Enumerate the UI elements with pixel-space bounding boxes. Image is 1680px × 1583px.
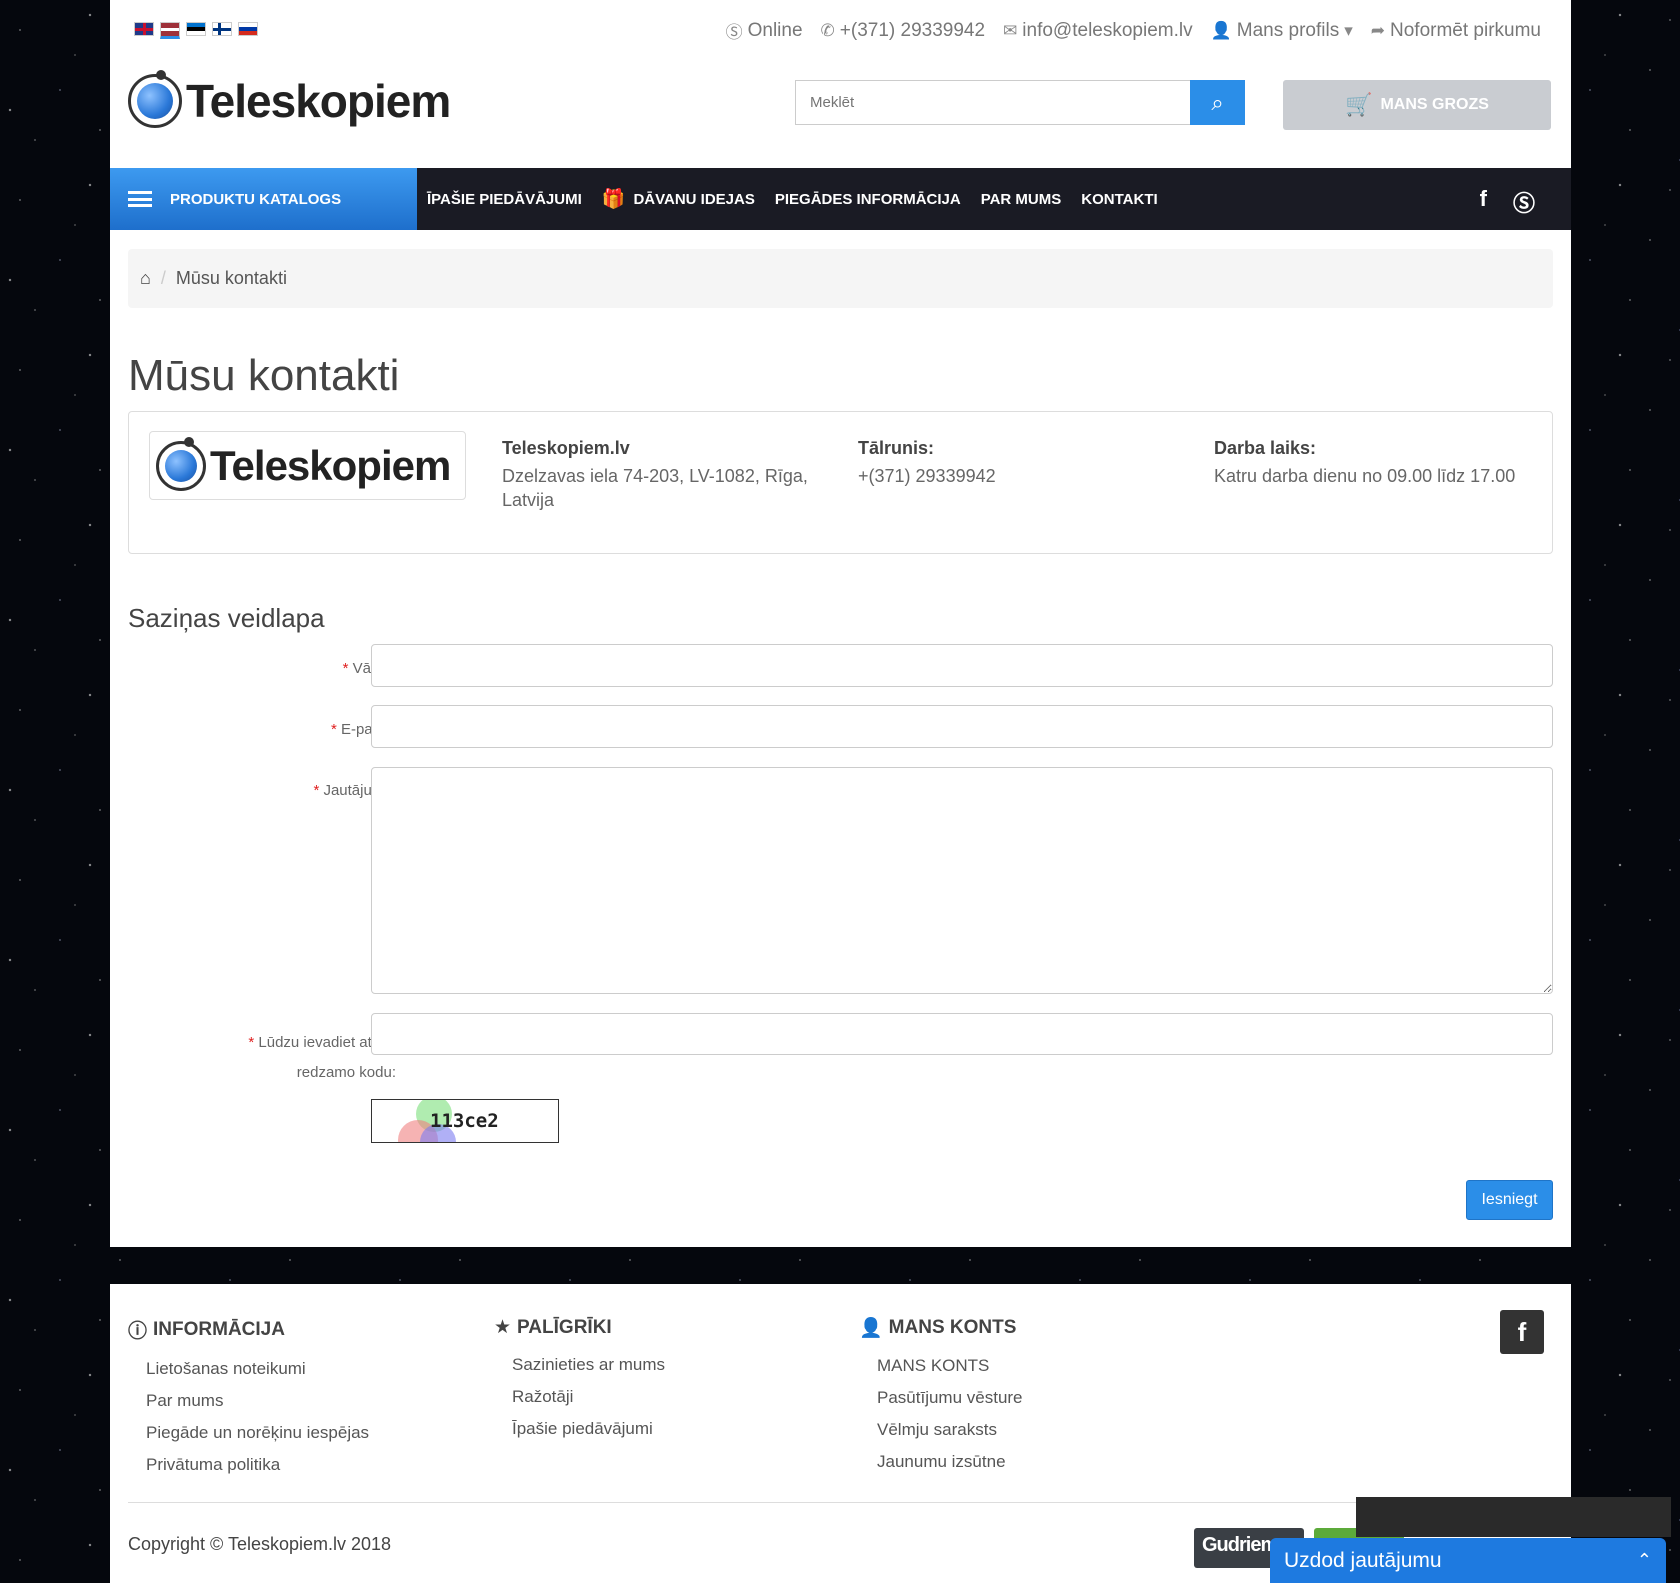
planet-logo-icon — [128, 70, 182, 128]
star-icon: ★ — [494, 1317, 512, 1338]
footer-link[interactable]: Vēlmju saraksts — [877, 1420, 1023, 1440]
caret-down-icon: ▾ — [1344, 20, 1353, 40]
nav-item-about[interactable]: PAR MUMS — [981, 191, 1062, 208]
hours-block: Darba laiks: Katru darba dienu no 09.00 … — [1214, 438, 1516, 486]
copyright: Copyright © Teleskopiem.lv 2018 — [128, 1534, 392, 1554]
skype-icon[interactable]: Ⓢ — [1513, 186, 1535, 218]
gift-icon: 🎁 — [601, 189, 626, 210]
user-icon: 👤 — [859, 1318, 883, 1339]
search-button[interactable]: ⌕ — [1190, 80, 1245, 125]
share-arrow-icon: ➦ — [1370, 20, 1385, 40]
footer-account-column: 👤 MANS KONTS MANS KONTS Pasūtījumu vēstur… — [859, 1317, 1023, 1472]
footer-link[interactable]: Īpašie piedāvājumi — [512, 1419, 665, 1439]
checkout-link[interactable]: ➦ Noformēt pirkumu — [1371, 18, 1541, 43]
catalog-menu-button[interactable]: PRODUKTU KATALOGS — [110, 168, 417, 230]
footer-link[interactable]: Ražotāji — [512, 1387, 665, 1407]
hamburger-icon — [128, 191, 152, 207]
page-container: Ⓢ Online ✆ +(371) 29339942 ✉ info@teleskopi… — [110, 0, 1571, 1247]
profile-dropdown[interactable]: 👤 Mans profils ▾ — [1211, 18, 1353, 43]
contact-logo: Teleskopiem — [149, 431, 466, 500]
chat-widget[interactable]: Uzdod jautājumu ⌃ — [1270, 1538, 1666, 1583]
planet-logo-icon — [156, 436, 206, 491]
name-field[interactable] — [371, 644, 1553, 687]
ru-flag-icon[interactable] — [238, 22, 258, 36]
fi-flag-icon[interactable] — [212, 22, 232, 36]
page-title: Mūsu kontakti — [128, 351, 400, 400]
lv-flag-icon[interactable] — [160, 22, 180, 39]
phone-link[interactable]: ✆ +(371) 29339942 — [821, 18, 986, 43]
skype-online-link[interactable]: Ⓢ Online — [726, 18, 803, 43]
info-circle-icon: ⓘ — [128, 1321, 148, 1342]
nav-items: ĪPAŠIE PIEDĀVĀJUMI 🎁 DĀVANU IDEJAS PIEGĀD… — [427, 168, 1158, 230]
submit-button[interactable]: Iesniegt — [1466, 1180, 1553, 1220]
captcha-image: 113ce2 — [371, 1099, 559, 1143]
nav-item-special-offers[interactable]: ĪPAŠIE PIEDĀVĀJUMI — [427, 191, 582, 208]
search-bar: ⌕ — [795, 80, 1245, 125]
footer-divider — [128, 1502, 1553, 1503]
language-flags — [134, 22, 258, 39]
nav-social-links: f Ⓢ — [1480, 186, 1535, 218]
top-bar: Ⓢ Online ✆ +(371) 29339942 ✉ info@teleskopi… — [110, 0, 1571, 60]
search-icon: ⌕ — [1211, 89, 1224, 115]
footer-link[interactable]: Jaunumu izsūtne — [877, 1452, 1023, 1472]
home-icon[interactable]: ⌂ — [140, 268, 151, 289]
cart-icon: 🛒 — [1345, 92, 1373, 117]
footer-link[interactable]: Piegāde un norēķinu iespējas — [146, 1423, 369, 1443]
gb-flag-icon[interactable] — [134, 22, 154, 36]
footer-tools-column: ★ PALĪGRĪKI Sazinieties ar mums Ražotāji … — [494, 1316, 666, 1439]
ee-flag-icon[interactable] — [186, 22, 206, 36]
footer-link[interactable]: Pasūtījumu vēsture — [877, 1388, 1023, 1408]
footer-link[interactable]: Privātuma politika — [146, 1455, 369, 1475]
contact-panel: Teleskopiem Teleskopiem.lv Dzelzavas iel… — [128, 411, 1553, 554]
footer-link[interactable]: Sazinieties ar mums — [512, 1355, 665, 1375]
breadcrumb-separator: / — [160, 268, 166, 288]
question-textarea[interactable] — [371, 767, 1553, 994]
chevron-up-icon: ⌃ — [1636, 1550, 1652, 1570]
cart-button[interactable]: 🛒 MANS GROZS — [1283, 80, 1551, 130]
breadcrumb-current: Mūsu kontakti — [175, 268, 287, 288]
form-legend: Saziņas veidlapa — [128, 603, 325, 633]
footer-info-column: ⓘ INFORMĀCIJA Lietošanas noteikumi Par mu… — [128, 1316, 369, 1487]
envelope-icon: ✉ — [1003, 20, 1018, 40]
chat-widget-backdrop — [1356, 1497, 1671, 1537]
phone-block: Tālrunis: +(371) 29339942 — [858, 438, 996, 486]
nav-item-contacts[interactable]: KONTAKTI — [1081, 191, 1157, 208]
skype-icon: Ⓢ — [725, 23, 743, 42]
user-icon: 👤 — [1210, 20, 1232, 40]
facebook-icon[interactable]: f — [1480, 186, 1487, 218]
search-input[interactable] — [795, 80, 1190, 125]
phone-icon: ✆ — [820, 20, 835, 40]
site-logo[interactable]: Teleskopiem — [128, 70, 451, 128]
main-nav: PRODUKTU KATALOGS ĪPAŠIE PIEDĀVĀJUMI 🎁 DĀ… — [110, 168, 1571, 230]
breadcrumb: ⌂ / Mūsu kontakti — [128, 249, 1553, 308]
email-link[interactable]: ✉ info@teleskopiem.lv — [1003, 18, 1193, 43]
footer-link[interactable]: Par mums — [146, 1391, 369, 1411]
nav-item-gift-ideas[interactable]: 🎁 DĀVANU IDEJAS — [602, 187, 755, 211]
company-block: Teleskopiem.lv Dzelzavas iela 74-203, LV… — [502, 438, 808, 510]
captcha-input[interactable] — [371, 1013, 1553, 1055]
email-field[interactable] — [371, 705, 1553, 748]
footer-link[interactable]: Lietošanas noteikumi — [146, 1359, 369, 1379]
nav-item-delivery-info[interactable]: PIEGĀDES INFORMĀCIJA — [775, 191, 961, 208]
facebook-icon[interactable]: f — [1500, 1310, 1544, 1354]
top-links: Ⓢ Online ✆ +(371) 29339942 ✉ info@teleskopi… — [726, 18, 1541, 43]
footer-link[interactable]: MANS KONTS — [877, 1356, 1023, 1376]
